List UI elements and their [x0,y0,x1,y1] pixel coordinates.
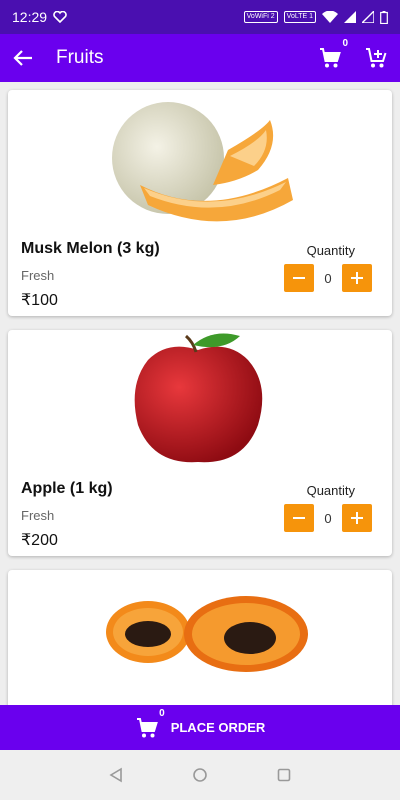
signal-icon [344,11,356,23]
product-card [8,570,392,705]
product-price: ₹100 [21,292,58,309]
plus-icon [351,272,363,284]
place-order-label: PLACE ORDER [170,720,266,735]
decrement-button[interactable] [284,504,314,532]
quantity-stepper: 0 [284,264,372,292]
battery-icon [380,10,388,24]
product-image-papaya [106,596,308,672]
heart-icon [53,11,67,23]
home-nav-icon[interactable] [192,767,208,783]
product-card: Musk Melon (3 kg) Fresh ₹100 Quantity 0 [8,90,392,316]
product-price: ₹200 [21,532,58,549]
wifi-icon [322,11,338,23]
back-arrow-icon[interactable] [12,47,34,69]
status-bar: 12:29 VoWiFi 2 VoLTE 1 [0,0,400,34]
minus-icon [293,277,305,279]
quantity-value: 0 [324,510,332,526]
product-image-musk-melon [112,102,293,222]
quantity-stepper: 0 [284,504,372,532]
app-bar: Fruits 0 [0,34,400,82]
add-cart-icon[interactable] [364,46,388,70]
status-time: 12:29 [12,9,48,25]
page-title: Fruits [56,47,104,68]
quantity-label: Quantity [306,243,355,258]
quantity-label: Quantity [306,483,355,498]
back-nav-icon[interactable] [108,767,124,783]
system-nav-bar [0,750,400,800]
minus-icon [293,517,305,519]
cart-icon [320,48,341,68]
cart-count-badge: 0 [342,38,348,49]
product-name: Apple (1 kg) [21,480,113,497]
decrement-button[interactable] [284,264,314,292]
product-type: Fresh [21,268,55,283]
quantity-value: 0 [324,270,332,286]
product-card: Apple (1 kg) Fresh ₹200 Quantity 0 [8,330,392,556]
product-list[interactable]: Musk Melon (3 kg) Fresh ₹100 Quantity 0 … [0,82,400,705]
product-type: Fresh [21,508,55,523]
cart-icon [136,717,158,737]
bottom-cart: 0 [135,708,165,740]
product-image-apple [134,333,263,463]
increment-button[interactable] [342,264,372,292]
lte-badge: VoLTE 1 [283,11,316,23]
increment-button[interactable] [342,504,372,532]
plus-icon [351,512,363,524]
cart-button[interactable]: 0 [318,38,348,70]
cart-count-badge: 0 [159,707,165,719]
place-order-button[interactable]: 0 PLACE ORDER [0,705,400,750]
product-name: Musk Melon (3 kg) [21,240,160,257]
wifi-badge: VoWiFi 2 [243,11,278,23]
recents-nav-icon[interactable] [276,767,292,783]
signal-icon-2 [362,11,374,23]
